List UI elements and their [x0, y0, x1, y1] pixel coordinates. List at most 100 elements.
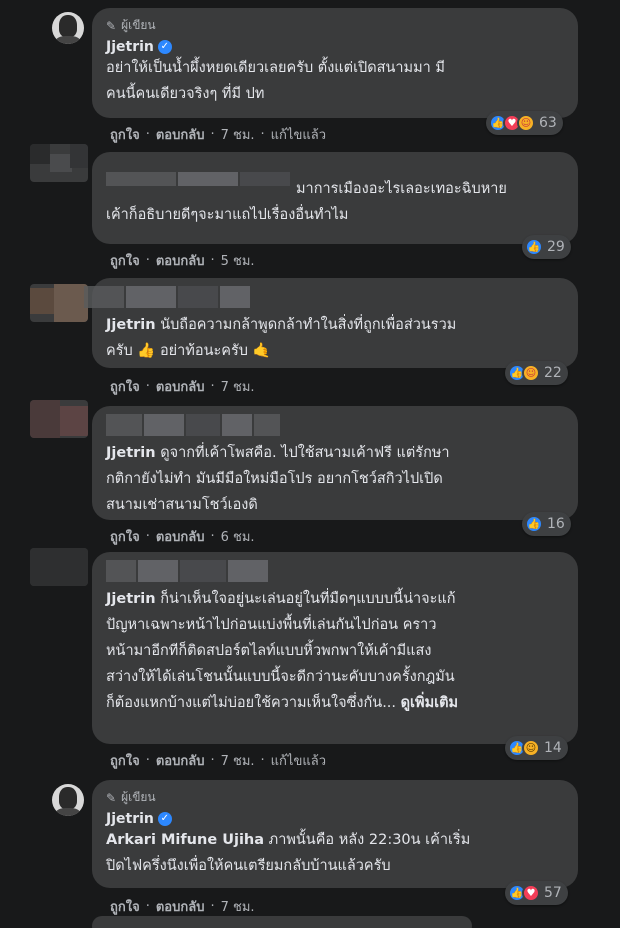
reply-button[interactable]: ตอบกลับ: [156, 750, 205, 771]
verified-icon: ✓: [157, 812, 172, 826]
avatar[interactable]: [52, 12, 84, 44]
reaction-summary[interactable]: 👍 ♥ ☺ 63: [486, 111, 563, 135]
like-button[interactable]: ถูกใจ: [110, 896, 140, 917]
like-icon: 👍: [525, 515, 543, 533]
avatar[interactable]: [30, 284, 88, 322]
reply-button[interactable]: ตอบกลับ: [156, 250, 205, 271]
author-badge-label: ผู้เขียน: [121, 18, 156, 32]
like-button[interactable]: ถูกใจ: [110, 526, 140, 547]
pen-icon: ✎: [106, 790, 117, 805]
comment-line: คนนี้คนเดียวจริงๆ ที่มี ปท: [106, 86, 265, 102]
comment-bubble: Jjetrin ดูจากที่เค้าโพสคือ. ไปใช้สนามเค้…: [92, 406, 578, 520]
avatar[interactable]: [52, 784, 84, 816]
reaction-count: 14: [544, 740, 562, 756]
blurred-name: [84, 286, 564, 308]
reaction-count: 16: [547, 516, 565, 532]
reaction-summary[interactable]: 👍 ☺ 22: [505, 361, 568, 385]
separator: ·: [210, 127, 215, 142]
comment-actions: ถูกใจ · ตอบกลับ · 7 ชม.: [110, 896, 255, 917]
comment-actions: ถูกใจ · ตอบกลับ · 7 ชม. · แก้ไขแล้ว: [110, 124, 326, 145]
blurred-name: [106, 414, 564, 436]
separator: ·: [210, 529, 215, 544]
reply-button[interactable]: ตอบกลับ: [156, 896, 205, 917]
reaction-count: 22: [544, 365, 562, 381]
next-comment-bubble: [92, 916, 472, 928]
separator: ·: [210, 899, 215, 914]
care-icon: ☺: [522, 364, 540, 382]
reaction-summary[interactable]: 👍 16: [522, 512, 571, 536]
reply-button[interactable]: ตอบกลับ: [156, 526, 205, 547]
separator: ·: [145, 379, 150, 394]
commenter-name-label[interactable]: Jjetrin: [106, 811, 154, 827]
comment-bubble: Jjetrin นับถือความกล้าพูดกล้าทำในสิ่งที่…: [84, 278, 578, 368]
comment-bubble: ✎ ผู้เขียน Jjetrin ✓ Arkari Mifune Ujiha…: [92, 780, 578, 888]
comment-text: Arkari Mifune Ujiha ภาพนั้นคือ หลัง 22:3…: [106, 827, 564, 879]
care-icon: ☺: [517, 114, 535, 132]
like-button[interactable]: ถูกใจ: [110, 376, 140, 397]
timestamp[interactable]: 7 ชม.: [221, 750, 255, 771]
comment-line: สนามเช่าสนามโชว์เองดิ: [106, 497, 258, 513]
reaction-count: 57: [544, 885, 562, 901]
author-badge: ✎ ผู้เขียน: [106, 788, 564, 807]
edited-label: แก้ไขแล้ว: [270, 754, 326, 769]
timestamp[interactable]: 7 ชม.: [221, 376, 255, 397]
comment-actions: ถูกใจ · ตอบกลับ · 7 ชม. · แก้ไขแล้ว: [110, 750, 326, 771]
comment-line: ปิดไฟครึ่งนึงเพื่อให้คนเตรียมกลับบ้านแล้…: [106, 858, 391, 874]
haha-icon: ☺: [522, 739, 540, 757]
like-button[interactable]: ถูกใจ: [110, 124, 140, 145]
separator: ·: [145, 127, 150, 142]
reaction-summary[interactable]: 👍 29: [522, 235, 571, 259]
comment-bubble: มาการเมืองอะไรเลอะเทอะฉิบหาย เค้าก็อธิบา…: [92, 152, 578, 244]
comment-line: สว่างให้ได้เล่นโชนนั้นแบบนี้จะดีกว่านะคั…: [106, 669, 455, 685]
timestamp[interactable]: 7 ชม.: [221, 124, 255, 145]
author-badge-label: ผู้เขียน: [121, 790, 156, 804]
commenter-name-label[interactable]: Jjetrin: [106, 39, 154, 55]
see-more-link[interactable]: ดูเพิ่มเติม: [401, 695, 458, 711]
comment-line-text: ภาพนั้นคือ หลัง 22:30น เค้าเริ่ม: [268, 832, 471, 848]
comment-line-text: ก็น่าเห็นใจอยู่นะเล่นอยู่ในที่มืดๆแบบบนี…: [160, 591, 456, 607]
like-button[interactable]: ถูกใจ: [110, 750, 140, 771]
comment-text: Jjetrin นับถือความกล้าพูดกล้าทำในสิ่งที่…: [106, 312, 564, 364]
comment-line: ปัญหาเฉพาะหน้าไปก่อนแบ่งพื้นที่เล่นกันไป…: [106, 617, 437, 633]
mention[interactable]: Jjetrin: [106, 591, 156, 607]
comment-line: เค้าก็อธิบายดีๆจะมาแถไปเรื่องอื่นทำไม: [106, 207, 349, 223]
comment-line: ก็ต้องแหกบ้างแต่ไม่บ่อยใช้ความเห็นใจซึ่ง…: [106, 690, 564, 716]
commenter-name[interactable]: Jjetrin ✓: [106, 39, 564, 55]
comment-actions: ถูกใจ · ตอบกลับ · 5 ชม.: [110, 250, 255, 271]
pen-icon: ✎: [106, 18, 117, 33]
comment-actions: ถูกใจ · ตอบกลับ · 6 ชม.: [110, 526, 255, 547]
reply-button[interactable]: ตอบกลับ: [156, 124, 205, 145]
comment-line: ครับ 👍 อย่าท้อนะครับ 🤙: [106, 343, 271, 359]
reaction-summary[interactable]: 👍 ♥ 57: [505, 881, 568, 905]
love-icon: ♥: [522, 884, 540, 902]
comment-line: อย่าให้เป็นน้ำผึ้งหยดเดียวเลยครับ ตั้งแต…: [106, 60, 445, 76]
timestamp[interactable]: 6 ชม.: [221, 526, 255, 547]
comment-bubble: ✎ ผู้เขียน Jjetrin ✓ อย่าให้เป็นน้ำผึ้งห…: [92, 8, 578, 118]
comment-bubble: Jjetrin ก็น่าเห็นใจอยู่นะเล่นอยู่ในที่มื…: [92, 552, 578, 744]
avatar[interactable]: [30, 548, 88, 586]
like-button[interactable]: ถูกใจ: [110, 250, 140, 271]
reaction-summary[interactable]: 👍 ☺ 14: [505, 736, 568, 760]
author-badge: ✎ ผู้เขียน: [106, 16, 564, 35]
mention[interactable]: Jjetrin: [106, 445, 156, 461]
comment-line: หน้ามาอีกทีก็ติดสปอร์ตไลท์แบบหิ้วพกพาให้…: [106, 643, 432, 659]
separator: ·: [260, 127, 265, 142]
avatar[interactable]: [30, 400, 88, 438]
comment-line-text: ดูจากที่เค้าโพสคือ. ไปใช้สนามเค้าฟรี แต่…: [160, 445, 450, 461]
reply-button[interactable]: ตอบกลับ: [156, 376, 205, 397]
comment-actions: ถูกใจ · ตอบกลับ · 7 ชม.: [110, 376, 255, 397]
comment-line: Jjetrin ดูจากที่เค้าโพสคือ. ไปใช้สนามเค้…: [106, 440, 564, 466]
verified-icon: ✓: [157, 40, 172, 54]
avatar[interactable]: [30, 144, 88, 182]
mention[interactable]: Arkari Mifune Ujiha: [106, 832, 264, 848]
timestamp[interactable]: 7 ชม.: [221, 896, 255, 917]
like-icon: 👍: [525, 238, 543, 256]
blurred-name: [106, 560, 564, 582]
comment-line: Jjetrin ก็น่าเห็นใจอยู่นะเล่นอยู่ในที่มื…: [106, 586, 564, 612]
mention[interactable]: Jjetrin: [106, 317, 156, 333]
comment-line-text: นับถือความกล้าพูดกล้าทำในสิ่งที่ถูกเพื่อ…: [160, 317, 457, 333]
commenter-name[interactable]: Jjetrin ✓: [106, 811, 564, 827]
comment-line-text: ก็ต้องแหกบ้างแต่ไม่บ่อยใช้ความเห็นใจซึ่ง…: [106, 695, 397, 711]
timestamp[interactable]: 5 ชม.: [221, 250, 255, 271]
comment-text: Jjetrin ดูจากที่เค้าโพสคือ. ไปใช้สนามเค้…: [106, 440, 564, 518]
